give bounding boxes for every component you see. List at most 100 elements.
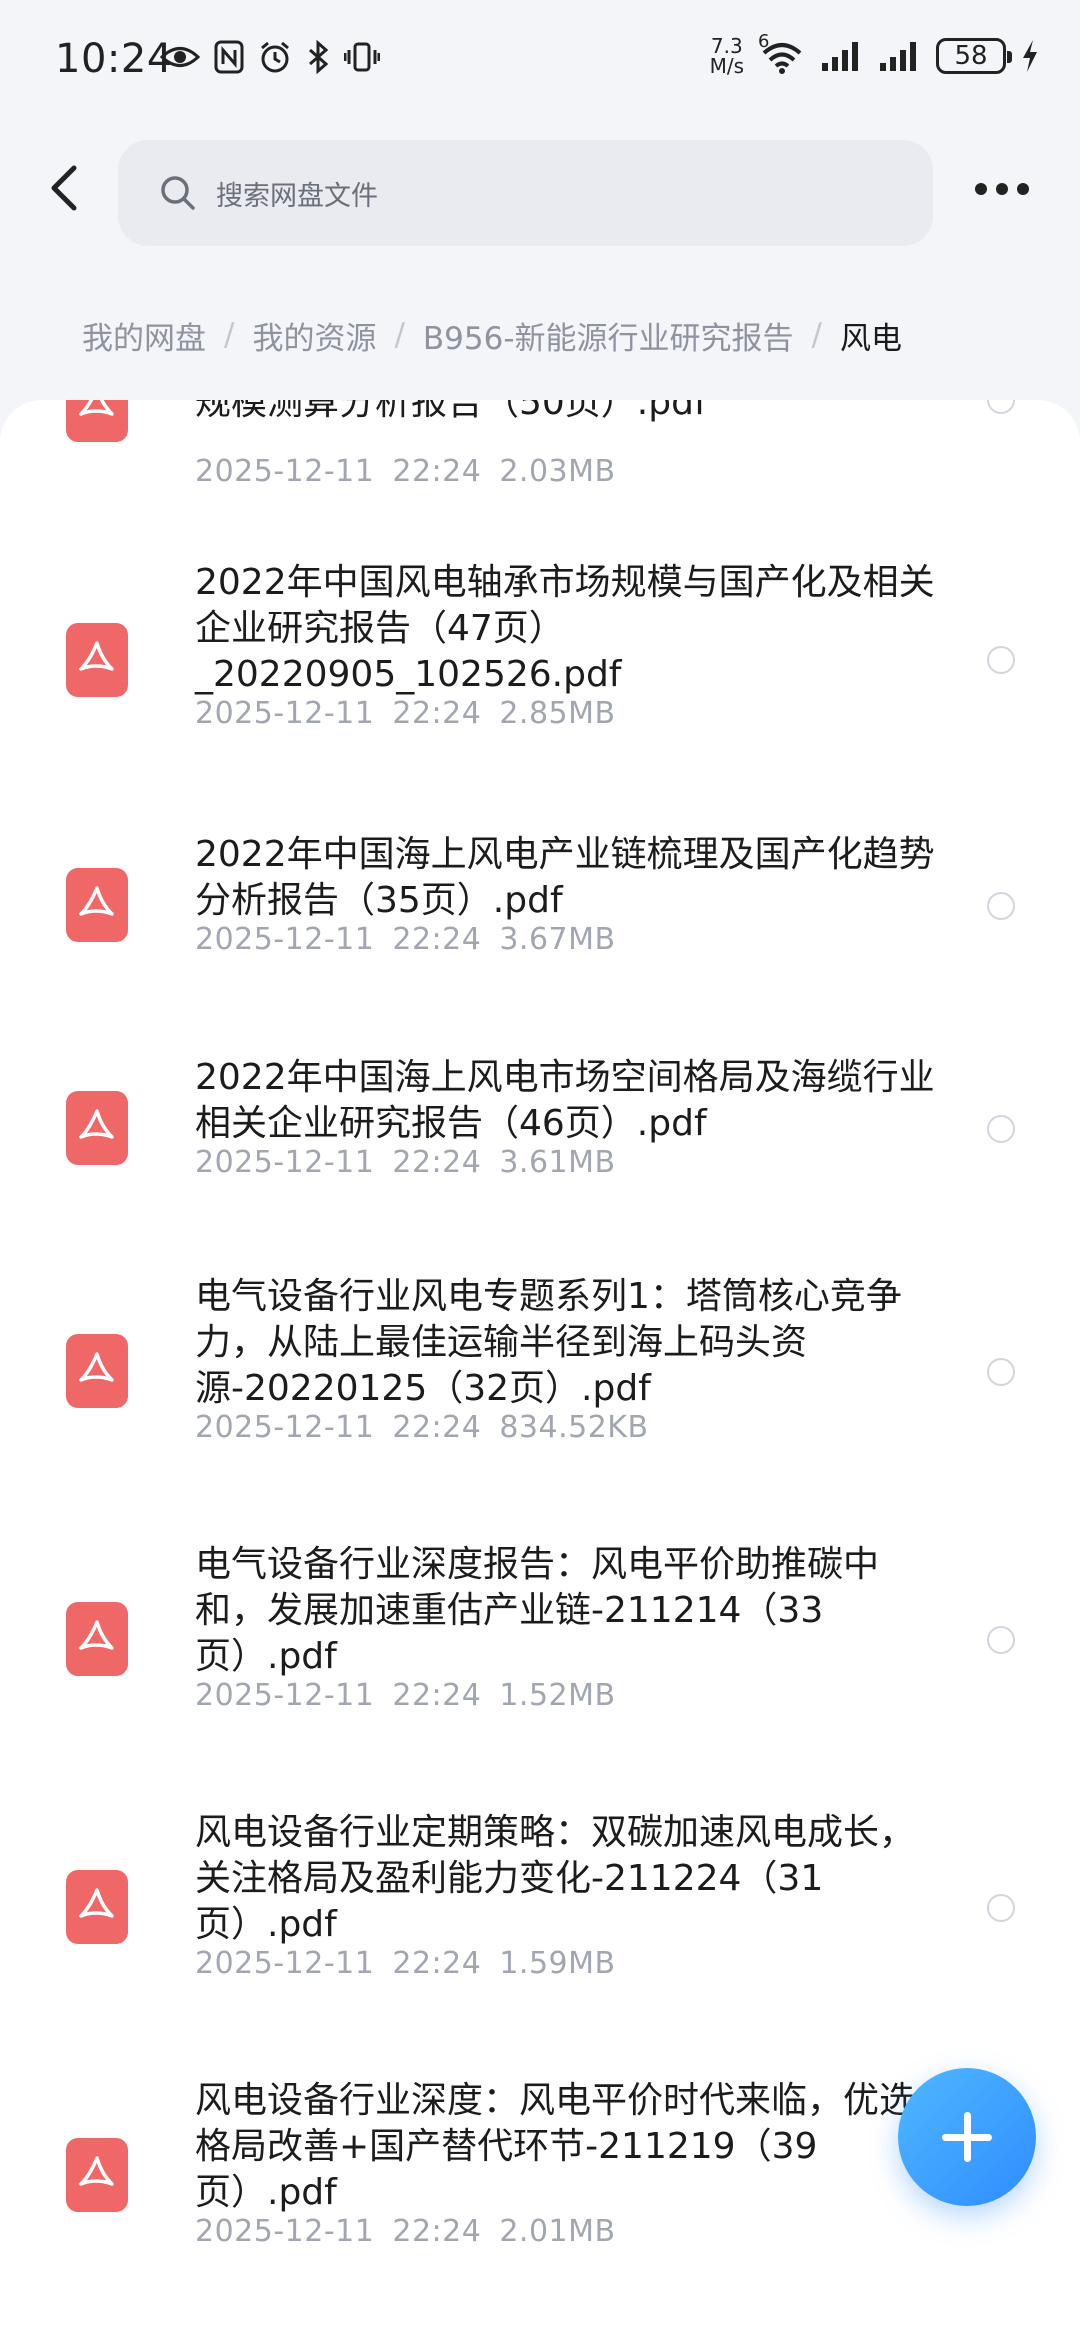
select-radio[interactable] — [987, 1626, 1015, 1654]
file-name: 2022年中国海上风电产业链梳理及国产化趋势分析报告（35页）.pdf — [195, 834, 935, 921]
alarm-icon — [261, 41, 289, 73]
more-dots-icon — [996, 183, 1008, 195]
battery-indicator: 58 — [936, 38, 1012, 74]
file-meta: 2025-12-11 22:24 2.01MB — [195, 2214, 634, 2249]
search-input[interactable]: 搜索网盘文件 — [118, 140, 933, 246]
breadcrumb-item-my-drive[interactable]: 我的网盘 — [82, 313, 206, 358]
file-name: 电气设备行业深度报告：风电平价助推碳中和，发展加速重估产业链-211214（33… — [195, 1544, 880, 1677]
file-name: 风电设备行业定期策略：双碳加速风电成长，关注格局及盈利能力变化-211224（3… — [195, 1812, 916, 1945]
file-item[interactable]: 电气设备行业风电专题系列1：塔筒核心竞争力，从陆上最佳运输半径到海上码头资源-2… — [0, 1228, 1080, 1496]
file-item[interactable]: 2022年中国海上风电产业链梳理及国产化趋势分析报告（35页）.pdf 2025… — [0, 782, 1080, 1005]
select-radio[interactable] — [987, 1894, 1015, 1922]
screen: 10:24 7.3 M/s 6 58 搜索网盘文件 我的网盘 / 我的资源 / … — [0, 0, 1080, 2331]
file-date: 2025-12-11 — [195, 696, 375, 731]
file-size: 2.03MB — [499, 454, 616, 489]
file-meta: 2025-12-11 22:24 3.67MB — [195, 922, 634, 957]
vibrate-icon — [344, 42, 380, 72]
status-icons-right: 7.3 M/s 6 58 — [710, 31, 1040, 76]
pdf-file-icon — [66, 1602, 128, 1676]
file-size: 834.52KB — [499, 1410, 649, 1445]
file-item[interactable]: 电气设备行业深度报告：风电平价助推碳中和，发展加速重估产业链-211214（33… — [0, 1496, 1080, 1764]
file-time: 22:24 — [392, 1678, 482, 1713]
nfc-icon — [214, 40, 244, 74]
file-time: 22:24 — [392, 696, 482, 731]
add-button[interactable] — [898, 2068, 1036, 2206]
file-date: 2025-12-11 — [195, 1946, 375, 1981]
file-time: 22:24 — [392, 1145, 482, 1180]
file-size: 3.67MB — [499, 922, 616, 957]
file-date: 2025-12-11 — [195, 922, 375, 957]
file-item[interactable]: 风电设备行业定期策略：双碳加速风电成长，关注格局及盈利能力变化-211224（3… — [0, 1764, 1080, 2032]
status-icons-left — [160, 40, 380, 74]
status-time: 10:24 — [55, 36, 173, 82]
file-item[interactable]: 2022年中国风电轴承市场规模与国产化及相关企业研究报告（47页）_202209… — [0, 520, 1080, 782]
file-name: 2022年中国海上风电市场空间格局及海缆行业相关企业研究报告（46页）.pdf — [195, 1057, 935, 1144]
file-name: 风电设备行业深度：风电平价时代来临，优选格局改善+国产替代环节-211219（3… — [195, 2080, 916, 2213]
signal-icon — [880, 42, 916, 71]
file-time: 22:24 — [392, 1410, 482, 1445]
file-size: 2.85MB — [499, 696, 616, 731]
bluetooth-icon — [309, 40, 329, 74]
file-date: 2025-12-11 — [195, 454, 375, 489]
pdf-file-icon — [66, 1091, 128, 1165]
search-icon — [161, 176, 195, 210]
file-name: 2022年中国风电轴承市场规模与国产化及相关企业研究报告（47页）_202209… — [195, 562, 935, 695]
breadcrumb-current: 风电 — [839, 320, 902, 357]
breadcrumb-item-folder[interactable]: B956-新能源行业研究报告 — [423, 313, 794, 358]
file-size: 2.01MB — [499, 2214, 616, 2249]
breadcrumb-separator: / — [811, 317, 822, 353]
pdf-file-icon — [66, 400, 128, 442]
file-date: 2025-12-11 — [195, 1410, 375, 1445]
more-dots-icon — [1017, 183, 1029, 195]
file-date: 2025-12-11 — [195, 1145, 375, 1180]
file-meta: 2025-12-11 22:24 834.52KB — [195, 1410, 667, 1445]
file-meta: 2025-12-11 22:24 2.85MB — [195, 696, 634, 731]
breadcrumb-item-my-resources[interactable]: 我的资源 — [252, 313, 376, 358]
back-arrow-icon — [51, 165, 77, 211]
breadcrumb-separator: / — [224, 317, 235, 353]
file-time: 22:24 — [392, 1946, 482, 1981]
header: 搜索网盘文件 — [0, 130, 1080, 250]
back-button[interactable] — [36, 158, 96, 218]
pdf-file-icon — [66, 2138, 128, 2212]
file-meta: 2025-12-11 22:24 1.52MB — [195, 1678, 634, 1713]
battery-level: 58 — [954, 41, 988, 71]
pdf-file-icon — [66, 868, 128, 942]
breadcrumb-separator: / — [394, 317, 405, 353]
pdf-file-icon — [66, 1334, 128, 1408]
file-list: 规模测算分析报告（50页）.pdf 2025-12-11 22:24 2.03MB … — [0, 400, 1080, 2331]
charging-icon — [1023, 40, 1037, 72]
network-speed: 7.3 M/s — [710, 36, 744, 76]
select-radio[interactable] — [987, 892, 1015, 920]
file-item[interactable]: 规模测算分析报告（50页）.pdf 2025-12-11 22:24 2.03MB — [0, 400, 1080, 520]
search-placeholder: 搜索网盘文件 — [216, 180, 378, 212]
file-size: 3.61MB — [499, 1145, 616, 1180]
select-radio[interactable] — [987, 1358, 1015, 1386]
pdf-file-icon — [66, 623, 128, 697]
file-meta: 2025-12-11 22:24 2.03MB — [195, 454, 634, 489]
network-speed-unit: M/s — [709, 54, 744, 78]
file-meta: 2025-12-11 22:24 3.61MB — [195, 1145, 634, 1180]
file-size: 1.52MB — [499, 1678, 616, 1713]
breadcrumb: 我的网盘 / 我的资源 / B956-新能源行业研究报告 / 风电 — [0, 285, 1080, 385]
status-bar: 10:24 7.3 M/s 6 58 — [0, 0, 1080, 120]
file-date: 2025-12-11 — [195, 2214, 375, 2249]
pdf-file-icon — [66, 1870, 128, 1944]
wifi-icon: 6 — [758, 31, 806, 75]
file-date: 2025-12-11 — [195, 1678, 375, 1713]
file-time: 22:24 — [392, 2214, 482, 2249]
select-radio[interactable] — [987, 400, 1015, 414]
select-radio[interactable] — [987, 646, 1015, 674]
file-meta: 2025-12-11 22:24 1.59MB — [195, 1946, 634, 1981]
more-dots-icon — [975, 183, 987, 195]
network-speed-value: 7.3 — [710, 34, 743, 58]
file-size: 1.59MB — [499, 1946, 616, 1981]
file-item[interactable]: 2022年中国海上风电市场空间格局及海缆行业相关企业研究报告（46页）.pdf … — [0, 1005, 1080, 1228]
file-name: 规模测算分析报告（50页）.pdf — [195, 400, 707, 423]
eye-icon — [160, 47, 200, 67]
signal-icon — [822, 42, 858, 71]
select-radio[interactable] — [987, 1115, 1015, 1143]
wifi-label: 6 — [758, 31, 770, 52]
file-time: 22:24 — [392, 454, 482, 489]
more-button[interactable] — [975, 174, 1037, 204]
